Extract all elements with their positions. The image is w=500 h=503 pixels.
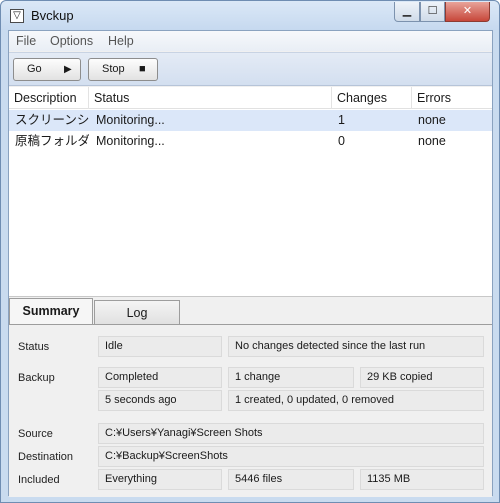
status-label: Status	[18, 341, 50, 353]
menu-bar: File Options Help	[9, 31, 492, 51]
title-bar[interactable]: ▽ Bvckup ▁ ☐ ✕	[1, 1, 499, 30]
row-changes: 1	[338, 113, 345, 127]
row-description: 原稿フォルダ	[15, 134, 89, 148]
row-errors: none	[418, 134, 446, 148]
backup-state: Completed	[98, 367, 222, 388]
menu-options[interactable]: Options	[50, 34, 93, 48]
source-path: C:¥Users¥Yanagi¥Screen Shots	[98, 423, 484, 444]
column-description[interactable]: Description	[9, 87, 89, 109]
status-detail: No changes detected since the last run	[228, 336, 484, 357]
toolbar: Go ▶ Stop ■	[9, 52, 492, 86]
close-icon: ✕	[462, 5, 473, 17]
detail-tabs: Summary Log	[9, 297, 492, 326]
backup-changes: 1 change	[228, 367, 354, 388]
row-errors: none	[418, 113, 446, 127]
stop-button[interactable]: Stop ■	[88, 58, 158, 81]
client-area: File Options Help Go ▶ Stop ■ Descriptio…	[8, 30, 493, 497]
tab-summary[interactable]: Summary	[9, 298, 93, 326]
source-label: Source	[18, 428, 53, 440]
column-status[interactable]: Status	[89, 87, 332, 109]
app-window: ▽ Bvckup ▁ ☐ ✕ File Options Help Go ▶ St…	[0, 0, 500, 503]
minimize-icon: ▁	[402, 5, 412, 17]
go-label: Go	[27, 63, 42, 75]
backup-time: 5 seconds ago	[98, 390, 222, 411]
row-status: Monitoring...	[96, 113, 165, 127]
maximize-button[interactable]: ☐	[420, 2, 445, 22]
close-button[interactable]: ✕	[445, 2, 490, 22]
list-header: Description Status Changes Errors	[9, 87, 492, 109]
go-button[interactable]: Go ▶	[13, 58, 81, 81]
menu-file[interactable]: File	[16, 34, 36, 48]
included-size: 1135 MB	[360, 469, 484, 490]
list-row[interactable]: 原稿フォルダ Monitoring... 0 none	[9, 131, 492, 152]
window-title: Bvckup	[31, 8, 74, 23]
row-status: Monitoring...	[96, 134, 165, 148]
play-icon: ▶	[64, 64, 72, 75]
status-value: Idle	[98, 336, 222, 357]
stop-label: Stop	[102, 63, 125, 75]
included-label: Included	[18, 474, 60, 486]
row-changes: 0	[338, 134, 345, 148]
included-value: Everything	[98, 469, 222, 490]
backup-copied: 29 KB copied	[360, 367, 484, 388]
included-files: 5446 files	[228, 469, 354, 490]
backup-label: Backup	[18, 372, 55, 384]
list-row[interactable]: スクリーンシ Monitoring... 1 none	[9, 110, 492, 131]
backup-detail: 1 created, 0 updated, 0 removed	[228, 390, 484, 411]
column-changes[interactable]: Changes	[332, 87, 412, 109]
maximize-icon: ☐	[427, 5, 438, 17]
minimize-button[interactable]: ▁	[394, 2, 420, 22]
column-errors[interactable]: Errors	[412, 87, 492, 109]
row-description: スクリーンシ	[15, 113, 89, 127]
backup-job-list[interactable]: Description Status Changes Errors スクリーンシ…	[9, 87, 492, 297]
stop-icon: ■	[139, 63, 146, 75]
destination-path: C:¥Backup¥ScreenShots	[98, 446, 484, 467]
menu-help[interactable]: Help	[108, 34, 134, 48]
summary-panel: Status Idle No changes detected since th…	[9, 324, 492, 497]
app-logo-icon[interactable]: ▽	[10, 9, 24, 23]
tab-log[interactable]: Log	[94, 300, 180, 325]
destination-label: Destination	[18, 451, 74, 463]
